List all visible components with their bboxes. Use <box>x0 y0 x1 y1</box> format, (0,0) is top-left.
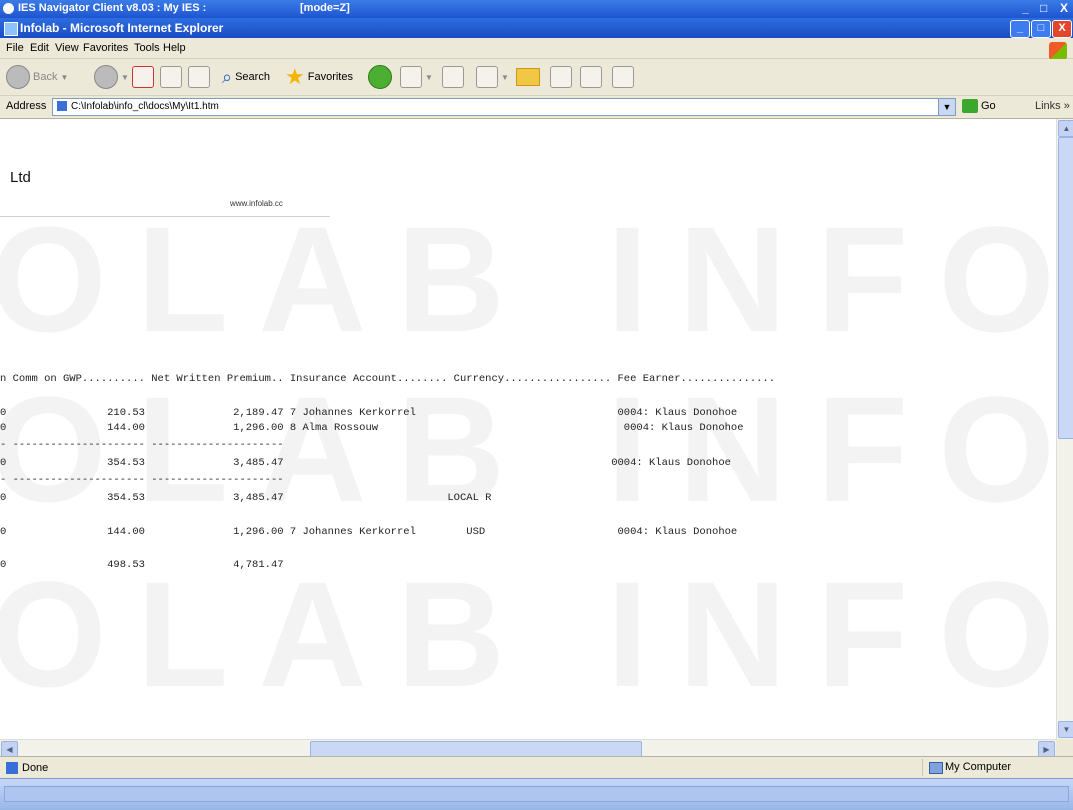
folder-button[interactable] <box>516 65 540 89</box>
print-button[interactable] <box>442 65 464 89</box>
back-button[interactable]: Back ▼ <box>6 65 68 89</box>
page-done-icon <box>6 762 18 774</box>
messenger-button[interactable] <box>612 65 634 89</box>
report-body: n Comm on GWP.......... Net Written Prem… <box>0 119 775 571</box>
report-row: 0 144.00 1,296.00 7 Johannes Kerkorrel U… <box>0 526 738 538</box>
toolbar: Back ▼ ▼ ⌕ Search ★ Favorites ▼ ▼ <box>0 59 1073 96</box>
stop-button[interactable] <box>132 65 154 89</box>
refresh-button[interactable] <box>160 65 182 89</box>
ies-app-icon <box>3 3 14 14</box>
report-row: 0 210.53 2,189.47 7 Johannes Kerkorrel 0… <box>0 407 738 419</box>
page-content: OLAB INFO OLAB INFO OLAB INFO Ltd www.in… <box>0 119 1056 739</box>
search-icon: ⌕ <box>222 66 233 87</box>
chevron-down-icon: ▼ <box>425 72 433 82</box>
back-label: Back <box>33 71 58 83</box>
favorites-label: Favorites <box>307 71 353 83</box>
ie-close-button[interactable]: X <box>1052 20 1072 38</box>
ie-maximize-button[interactable]: □ <box>1031 20 1051 38</box>
scroll-corner <box>1056 739 1073 756</box>
research-icon <box>580 66 602 88</box>
chevron-down-icon: ▼ <box>121 72 129 82</box>
page-icon <box>57 101 67 112</box>
messenger-icon <box>612 66 634 88</box>
outer-status-strip <box>4 786 1069 802</box>
scroll-down-button[interactable]: ▼ <box>1058 721 1073 738</box>
mail-icon <box>400 66 422 88</box>
watermark-row-1: OLAB INFO <box>0 195 1056 363</box>
address-dropdown-button[interactable]: ▼ <box>938 98 956 116</box>
company-url[interactable]: www.infolab.cc <box>230 199 283 208</box>
horizontal-scrollbar[interactable]: ◀ ▶ <box>0 739 1056 758</box>
edit-icon <box>476 66 498 88</box>
research-button[interactable] <box>580 65 602 89</box>
address-input[interactable]: C:\Infolab\info_cl\docs\My\It1.htm <box>52 98 939 116</box>
refresh-icon <box>160 66 182 88</box>
header-divider <box>0 216 330 217</box>
go-arrow-icon <box>962 99 978 113</box>
ie-icon <box>4 22 18 36</box>
scroll-up-button[interactable]: ▲ <box>1058 120 1073 137</box>
go-label: Go <box>981 100 996 112</box>
outer-minimize-button[interactable]: _ <box>1022 1 1029 15</box>
report-header-row: n Comm on GWP.......... Net Written Prem… <box>0 373 776 385</box>
forward-button[interactable]: ▼ <box>94 65 129 89</box>
chevron-down-icon: ▼ <box>501 72 509 82</box>
ie-window-title: Infolab - Microsoft Internet Explorer <box>20 21 224 35</box>
home-button[interactable] <box>188 65 210 89</box>
vertical-scroll-thumb[interactable] <box>1058 137 1073 439</box>
discuss-icon <box>550 66 572 88</box>
report-separator: - --------------------- ----------------… <box>0 439 284 451</box>
discuss-button[interactable] <box>550 65 572 89</box>
menu-help[interactable]: Help <box>163 42 186 54</box>
security-zone: My Computer <box>922 759 1063 776</box>
history-button[interactable] <box>368 65 392 89</box>
menu-view[interactable]: View <box>55 42 79 54</box>
outer-close-button[interactable]: X <box>1060 1 1068 15</box>
search-button[interactable]: ⌕ Search <box>222 65 270 89</box>
ie-title-bar: Infolab - Microsoft Internet Explorer _ … <box>0 18 1073 38</box>
edit-button[interactable]: ▼ <box>476 65 509 89</box>
forward-arrow-icon <box>94 65 118 89</box>
history-icon <box>368 65 392 89</box>
vertical-scrollbar[interactable]: ▲ ▼ <box>1056 119 1073 739</box>
mail-button[interactable]: ▼ <box>400 65 433 89</box>
links-label: Links <box>1035 100 1061 112</box>
go-button[interactable]: Go <box>962 99 996 113</box>
report-subtotal-row: 0 354.53 3,485.47 0004: Klaus Donohoe <box>0 457 731 469</box>
search-label: Search <box>235 71 270 83</box>
folder-icon <box>516 68 540 86</box>
links-button[interactable]: Links » <box>1035 100 1070 112</box>
address-label: Address <box>6 100 47 112</box>
watermark-row-3: OLAB INFO <box>0 550 1056 718</box>
computer-icon <box>929 762 943 774</box>
report-grand-total-row: 0 498.53 4,781.47 <box>0 559 284 571</box>
ie-minimize-button[interactable]: _ <box>1010 20 1030 38</box>
menu-bar: File Edit View Favorites Tools Help <box>0 38 1073 60</box>
outer-title-bar: IES Navigator Client v8.03 : My IES : [m… <box>0 0 1073 18</box>
print-icon <box>442 66 464 88</box>
stop-icon <box>132 66 154 88</box>
address-value: C:\Infolab\info_cl\docs\My\It1.htm <box>71 101 219 112</box>
menu-file[interactable]: File <box>6 42 24 54</box>
report-total-row: 0 354.53 3,485.47 LOCAL R <box>0 492 492 504</box>
chevron-down-icon: ▼ <box>60 72 69 82</box>
menu-edit[interactable]: Edit <box>30 42 49 54</box>
report-separator: - --------------------- ----------------… <box>0 474 284 486</box>
star-icon: ★ <box>285 64 305 89</box>
report-row: 0 144.00 1,296.00 8 Alma Rossouw 0004: K… <box>0 422 744 434</box>
back-arrow-icon <box>6 65 30 89</box>
outer-window-bottom-bar <box>0 778 1073 810</box>
address-bar: Address C:\Infolab\info_cl\docs\My\It1.h… <box>0 96 1073 119</box>
menu-tools[interactable]: Tools <box>134 42 160 54</box>
status-text: Done <box>22 762 49 774</box>
outer-window-title: IES Navigator Client v8.03 : My IES : <box>18 2 207 14</box>
windows-logo-icon <box>1049 42 1067 60</box>
outer-maximize-button[interactable]: □ <box>1040 1 1047 15</box>
home-icon <box>188 66 210 88</box>
menu-favorites[interactable]: Favorites <box>83 42 128 54</box>
outer-window-subtitle: [mode=Z] <box>300 2 350 14</box>
zone-label: My Computer <box>945 761 1012 773</box>
status-bar: Done My Computer <box>0 756 1073 779</box>
favorites-button[interactable]: ★ Favorites <box>285 65 353 89</box>
